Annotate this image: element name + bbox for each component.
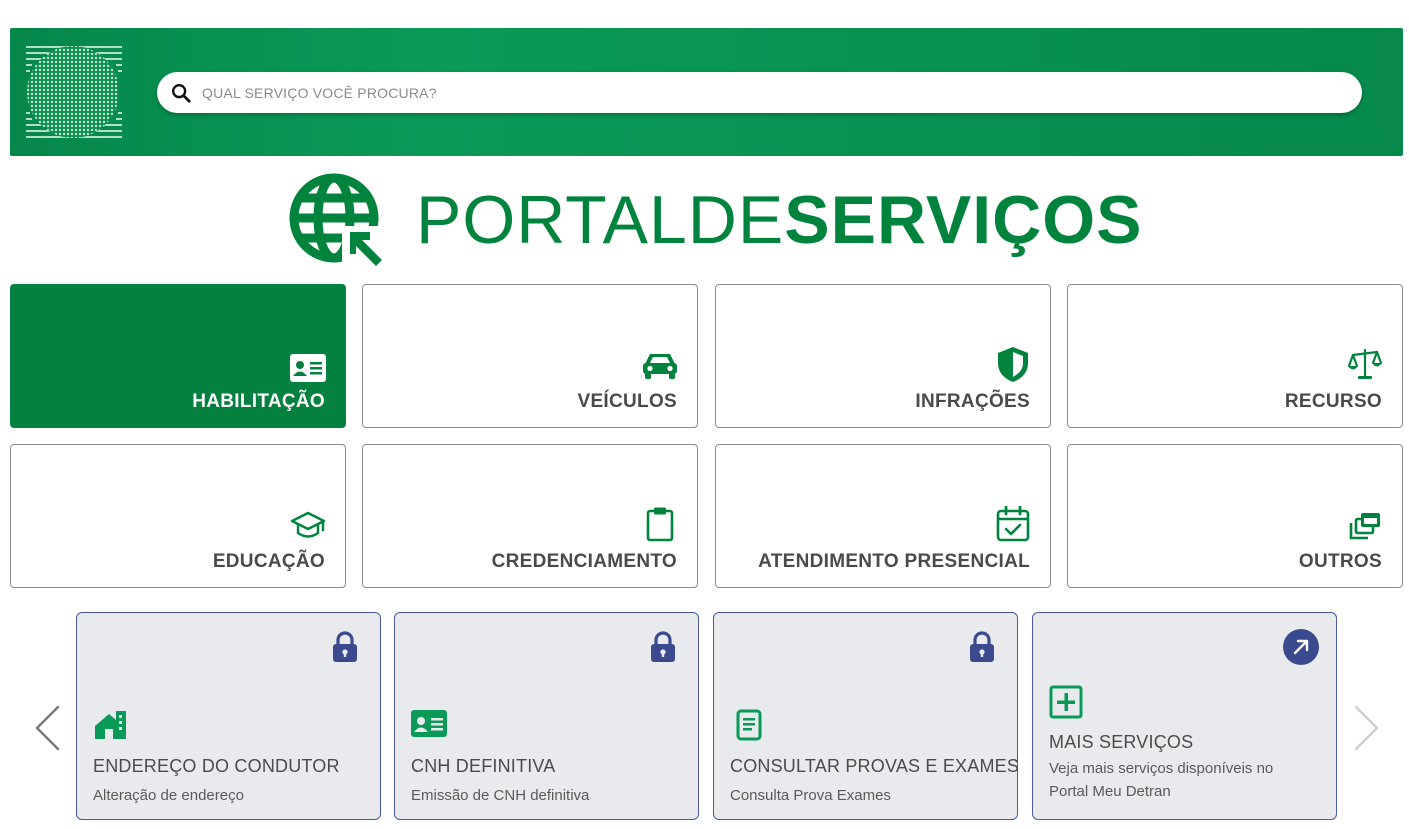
category-label: ATENDIMENTO PRESENCIAL [758,551,1030,572]
service-card-cnh-definitiva[interactable]: CNH DEFINITIVA Emissão de CNH definitiva [394,612,699,820]
id-card-icon [411,709,447,741]
lock-icon [969,631,995,663]
car-icon [641,347,679,385]
search-bar[interactable] [157,72,1362,113]
shield-icon [994,345,1032,383]
portal-title-bold: SERVIÇOS [784,182,1143,258]
calendar-check-icon [994,505,1032,543]
category-habilitacao[interactable]: HABILITAÇÃO [10,284,346,428]
chevron-left-icon [32,705,62,756]
category-label: HABILITAÇÃO [192,391,325,412]
service-card-endereco-condutor[interactable]: ENDEREÇO DO CONDUTOR Alteração de endere… [76,612,381,820]
portal-heading: PORTALDESERVIÇOS [286,170,1142,270]
lock-icon [332,631,358,663]
category-outros[interactable]: OUTROS [1067,444,1403,588]
carousel-prev-button[interactable] [32,704,62,752]
service-title: CNH DEFINITIVA [411,756,556,776]
header-bar [10,28,1403,156]
service-description: Veja mais serviços disponíveis no Portal… [1049,760,1274,800]
category-recurso[interactable]: RECURSO [1067,284,1403,428]
lock-icon [650,631,676,663]
graduation-cap-icon [289,507,327,545]
service-card-mais-servicos[interactable]: MAIS SERVIÇOS Veja mais serviços disponí… [1032,612,1337,820]
scales-icon [1346,345,1384,383]
plus-square-icon [1049,685,1085,719]
service-card-consultar-provas[interactable]: CONSULTAR PROVAS E EXAMES Consulta Prova… [713,612,1020,820]
category-atendimento-presencial[interactable]: ATENDIMENTO PRESENCIAL [715,444,1051,588]
category-label: INFRAÇÕES [915,391,1030,412]
category-veiculos[interactable]: VEÍCULOS [362,284,698,428]
chevron-right-icon [1352,705,1382,756]
globe-cursor-icon [286,170,386,270]
search-input[interactable] [202,72,1362,113]
portal-title-light: PORTALDE [416,182,785,258]
house-icon [93,709,129,741]
category-label: EDUCAÇÃO [212,551,325,572]
category-infracoes[interactable]: INFRAÇÕES [715,284,1051,428]
category-label: RECURSO [1284,391,1382,412]
service-title: ENDEREÇO DO CONDUTOR [93,756,340,776]
stacked-windows-icon [1346,507,1384,545]
document-icon [730,709,766,741]
service-title: CONSULTAR PROVAS E EXAMES [730,756,1020,776]
carousel-next-button[interactable] [1352,704,1382,752]
category-credenciamento[interactable]: CREDENCIAMENTO [362,444,698,588]
portal-title: PORTALDESERVIÇOS [416,186,1142,254]
id-card-icon [289,349,327,387]
clipboard-icon [641,505,679,543]
category-label: CREDENCIAMENTO [491,551,677,572]
category-label: OUTROS [1298,551,1382,572]
service-description: Emissão de CNH definitiva [411,787,590,804]
service-description: Consulta Prova Exames [730,787,891,804]
search-icon[interactable] [170,80,196,106]
globe-logo[interactable] [26,44,122,140]
service-description: Alteração de endereço [93,787,244,804]
category-label: VEÍCULOS [577,391,677,412]
service-title: MAIS SERVIÇOS [1049,732,1194,752]
category-educacao[interactable]: EDUCAÇÃO [10,444,346,588]
external-link-icon[interactable] [1283,629,1319,665]
